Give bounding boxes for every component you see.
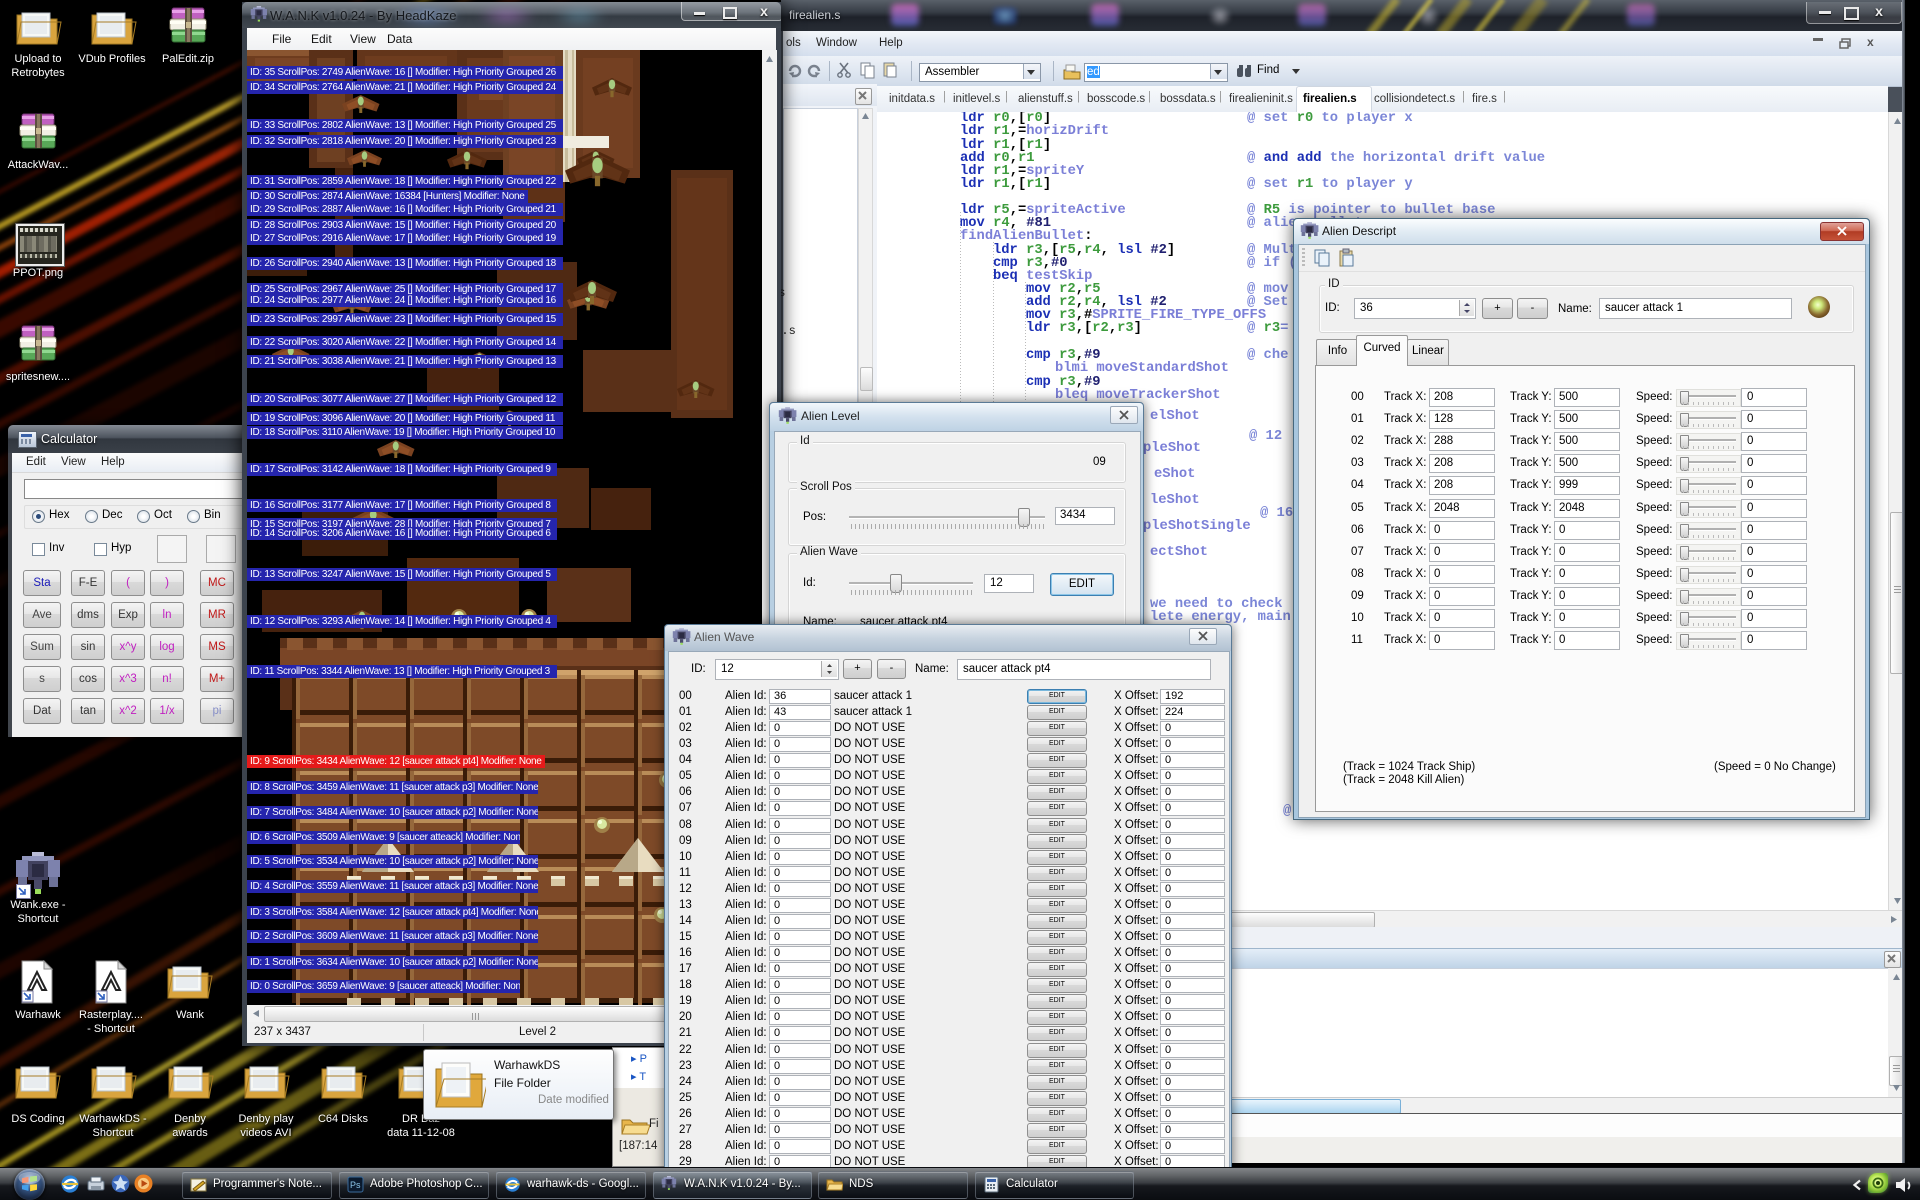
svg-text:Ps: Ps [350, 1180, 361, 1190]
